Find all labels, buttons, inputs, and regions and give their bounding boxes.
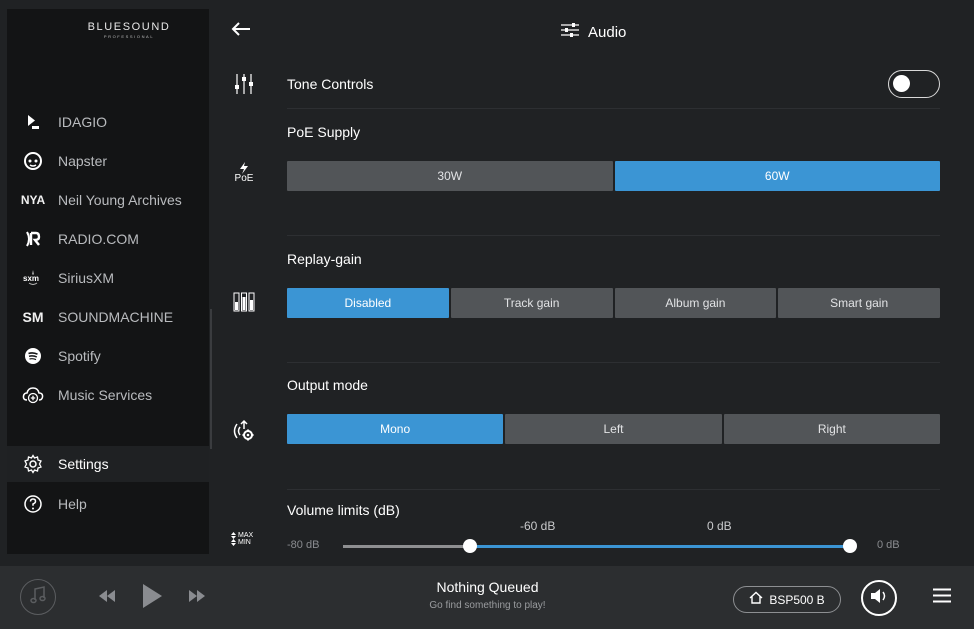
volume-range-min-label: -80 dB (287, 539, 320, 551)
sidebar-item-label: Napster (58, 153, 108, 169)
output-mode-selector: Mono Left Right (287, 414, 940, 444)
play-button[interactable] (137, 582, 167, 614)
volume-limits-icon: MAX MIN (228, 527, 260, 551)
sidebar-item-label: Settings (58, 456, 109, 472)
idagio-icon (16, 111, 50, 133)
sidebar-item-settings[interactable]: Settings (7, 446, 209, 482)
page-title: Audio (588, 23, 627, 41)
sidebar-item-label: Neil Young Archives (58, 192, 182, 208)
radio-com-icon (16, 228, 50, 250)
poe-60w-option[interactable]: 60W (614, 161, 940, 191)
now-playing-title: Nothing Queued (436, 579, 539, 595)
player-bar: Nothing Queued Go find something to play… (0, 566, 974, 629)
tone-controls-label: Tone Controls (287, 76, 374, 92)
sidebar-item-label: IDAGIO (58, 114, 108, 130)
sidebar-item-idagio[interactable]: IDAGIO (7, 104, 209, 140)
sidebar-item-siriusxm[interactable]: sxm SiriusXM (7, 260, 209, 296)
output-mode-mono-option[interactable]: Mono (287, 414, 504, 444)
nya-icon: NYA (20, 193, 46, 207)
next-button[interactable] (186, 588, 208, 608)
now-playing-subtitle: Go find something to play! (429, 600, 546, 611)
volume-low-value: -60 dB (520, 519, 556, 533)
soundmachine-icon: SM (22, 309, 44, 325)
fast-forward-icon (188, 589, 206, 607)
cloud-add-icon (16, 384, 50, 406)
sidebar-item-label: Music Services (58, 387, 153, 403)
output-mode-right-option[interactable]: Right (723, 414, 940, 444)
volume-max-thumb[interactable] (843, 539, 857, 553)
sidebar-item-music-services[interactable]: Music Services (7, 377, 209, 413)
bluesound-logo: BLUESOUND PROFESSIONAL (84, 21, 174, 39)
page-header: Audio (560, 20, 626, 44)
tone-controls-icon (228, 70, 260, 98)
menu-button[interactable] (930, 586, 954, 610)
sidebar-item-label: SOUNDMACHINE (58, 309, 174, 325)
sidebar-item-label: RADIO.COM (58, 231, 139, 247)
device-name: BSP500 B (769, 592, 825, 607)
sidebar-item-label: SiriusXM (58, 270, 115, 286)
sidebar-item-spotify[interactable]: Spotify (7, 338, 209, 374)
hamburger-menu-icon (933, 588, 951, 608)
volume-limits-slider-track[interactable] (343, 545, 850, 548)
siriusxm-icon: sxm (16, 267, 50, 289)
volume-limits-label: Volume limits (dB) (287, 502, 400, 518)
home-icon (749, 591, 763, 609)
sidebar-item-help[interactable]: Help (7, 486, 209, 522)
output-mode-icon (228, 416, 260, 446)
divider (287, 489, 940, 490)
tone-controls-toggle[interactable] (888, 70, 940, 98)
poe-icon-text: PoE (234, 173, 254, 184)
output-mode-left-option[interactable]: Left (505, 414, 722, 444)
rewind-icon (98, 589, 116, 607)
divider (287, 108, 940, 109)
volume-min-thumb[interactable] (462, 539, 477, 553)
sidebar-scrollbar[interactable] (210, 309, 212, 449)
volume-high-value: 0 dB (707, 519, 732, 533)
play-icon (141, 583, 163, 614)
volume-button[interactable] (861, 580, 897, 616)
poe-30w-option[interactable]: 30W (287, 161, 613, 191)
napster-icon (16, 150, 50, 172)
replay-gain-icon (228, 289, 260, 315)
volume-limits-selected-range (469, 545, 850, 548)
replay-gain-label: Replay-gain (287, 251, 362, 267)
replay-gain-album-option[interactable]: Album gain (614, 288, 777, 318)
album-art-placeholder[interactable] (20, 579, 56, 615)
replay-gain-track-option[interactable]: Track gain (450, 288, 613, 318)
replay-gain-smart-option[interactable]: Smart gain (778, 288, 940, 318)
svg-text:sxm: sxm (23, 274, 39, 283)
volume-min-icon-text: MIN (238, 539, 251, 546)
poe-supply-selector: 30W 60W (287, 161, 940, 191)
sidebar-item-soundmachine[interactable]: SM SOUNDMACHINE (7, 299, 209, 335)
sidebar-item-label: Help (58, 496, 87, 512)
replay-gain-disabled-option[interactable]: Disabled (287, 288, 449, 318)
replay-gain-selector: Disabled Track gain Album gain Smart gai… (287, 288, 940, 318)
sidebar-item-radio-com[interactable]: RADIO.COM (7, 221, 209, 257)
sidebar: BLUESOUND PROFESSIONAL IDAGIO Napster NY… (7, 9, 212, 554)
sidebar-item-label: Spotify (58, 348, 101, 364)
sidebar-item-napster[interactable]: Napster (7, 143, 209, 179)
output-mode-label: Output mode (287, 377, 368, 393)
device-selector-button[interactable]: BSP500 B (733, 586, 841, 613)
poe-supply-label: PoE Supply (287, 124, 361, 140)
back-button[interactable] (228, 18, 254, 44)
divider (287, 362, 940, 363)
toggle-knob (893, 75, 910, 92)
poe-icon: PoE (228, 158, 260, 188)
speaker-icon (870, 588, 888, 609)
previous-button[interactable] (96, 588, 118, 608)
music-note-icon (30, 585, 46, 609)
logo-main-text: BLUESOUND (87, 21, 171, 33)
spotify-icon (16, 345, 50, 367)
volume-range-max-label: 0 dB (877, 539, 900, 551)
divider (287, 235, 940, 236)
logo-sub-text: PROFESSIONAL (103, 34, 155, 39)
gear-icon (16, 453, 50, 475)
sliders-icon (560, 22, 580, 43)
volume-max-icon-text: MAX (238, 532, 254, 539)
sidebar-item-neil-young-archives[interactable]: NYA Neil Young Archives (7, 182, 209, 218)
back-arrow-icon (231, 21, 251, 41)
help-icon (16, 493, 50, 515)
